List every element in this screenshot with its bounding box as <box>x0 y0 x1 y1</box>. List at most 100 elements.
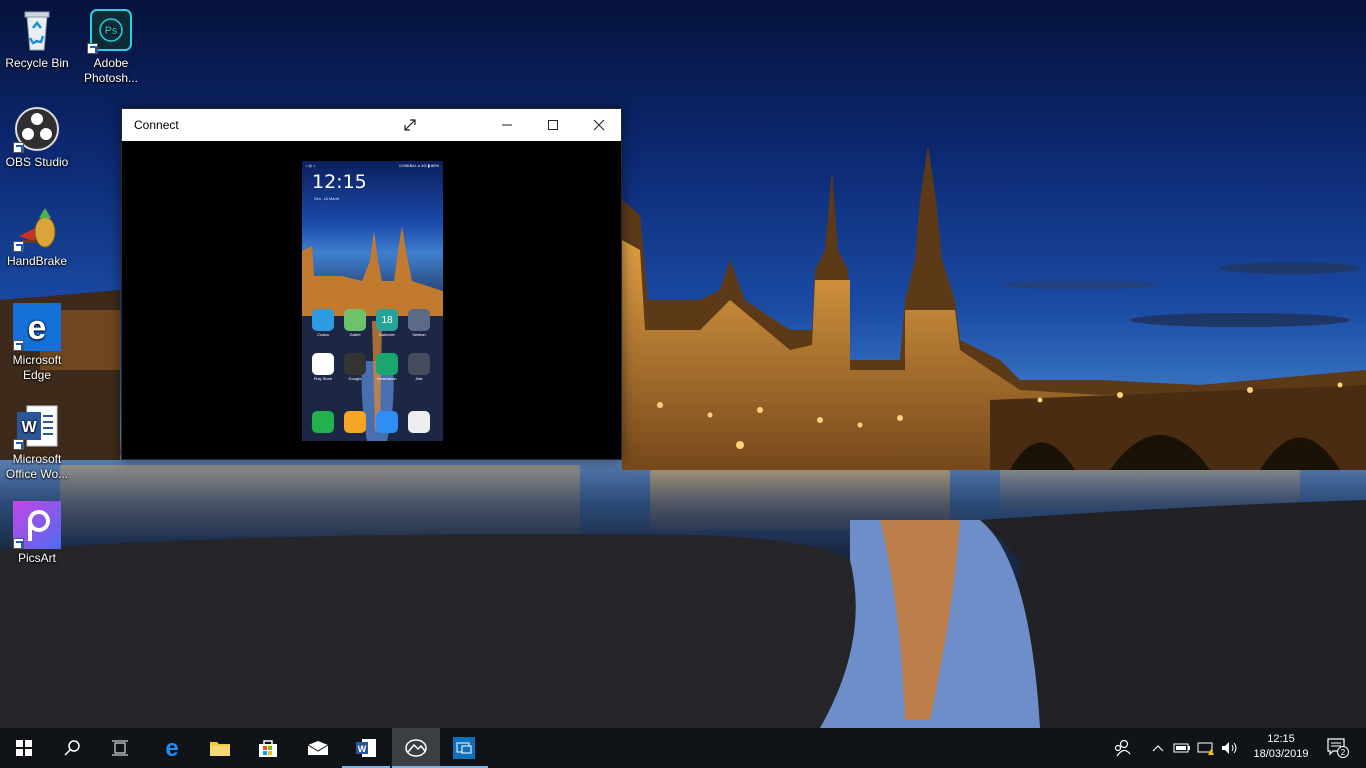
desktop-icon-obs-studio[interactable]: OBS Studio <box>2 105 72 170</box>
app-label: Cuaca <box>317 332 329 337</box>
battery-icon <box>1173 743 1190 753</box>
window-title: Connect <box>134 118 179 132</box>
file-explorer-icon <box>210 742 230 756</box>
shortcut-arrow-icon <box>13 142 24 153</box>
start-button[interactable] <box>0 728 48 768</box>
phone-call-app-icon[interactable] <box>312 411 334 433</box>
desktop-icon-recycle-bin[interactable]: Recycle Bin <box>2 6 72 71</box>
word-icon: W <box>13 402 61 450</box>
shortcut-arrow-icon <box>13 340 24 351</box>
edge-icon: e <box>165 737 178 759</box>
taskbar-edge[interactable]: e <box>148 728 196 768</box>
tools-folder-icon[interactable] <box>408 353 430 375</box>
browser-app-icon[interactable] <box>376 411 398 433</box>
calendar-app-icon[interactable]: 18 <box>376 309 398 331</box>
network-warning-icon <box>1197 742 1214 755</box>
clock-time: 12:15 <box>1267 733 1295 745</box>
taskbar: e W 12:15 18/03/2019 2 <box>0 728 1366 768</box>
network-button[interactable] <box>1194 728 1218 768</box>
search-icon <box>64 740 80 756</box>
app-label: Galeri <box>349 332 361 337</box>
handbrake-icon <box>13 204 61 252</box>
camera-app-icon[interactable] <box>408 411 430 433</box>
notification-icon: 2 <box>1327 738 1349 758</box>
desktop-icon-label: PicsArt <box>17 551 56 565</box>
phone-wallpaper <box>302 226 443 441</box>
phone-screen-mirror[interactable]: • ◎ ⌂ 0,00KB/d ⊿ 4G ▮ 86% 12:15 Sen, 18 … <box>302 161 443 441</box>
window-titlebar[interactable]: Connect <box>122 109 621 141</box>
people-icon <box>1114 739 1131 757</box>
phone-status-left: • ◎ ⌂ <box>306 163 316 168</box>
maximize-button[interactable] <box>530 109 576 141</box>
expand-button[interactable] <box>387 109 433 141</box>
desktop-icon-label: HandBrake <box>6 254 68 268</box>
taskbar-file-explorer[interactable] <box>196 728 244 768</box>
google-folder-icon[interactable] <box>344 353 366 375</box>
mail-icon <box>307 741 329 755</box>
photoshop-icon: Ps <box>87 6 135 54</box>
svg-text:e: e <box>28 309 47 347</box>
play-store-app-icon[interactable] <box>312 353 334 375</box>
desktop-icon-label: Microsoft Office Wo... <box>5 452 69 481</box>
minimize-button[interactable] <box>484 109 530 141</box>
volume-icon <box>1222 742 1237 754</box>
edge-icon: e <box>13 303 61 351</box>
app-label: Keamanan <box>377 376 397 381</box>
expand-icon <box>404 119 416 131</box>
connect-window[interactable]: Connect • ◎ ⌂ 0,00KB/d ⊿ 4G ▮ 86% 12:15 … <box>121 108 622 460</box>
app-label: Google <box>348 376 362 381</box>
system-clock[interactable]: 12:15 18/03/2019 <box>1250 728 1312 768</box>
clock-date: 18/03/2019 <box>1253 748 1309 760</box>
people-button[interactable] <box>1100 728 1144 768</box>
settings-app-icon[interactable] <box>408 309 430 331</box>
battery-button[interactable] <box>1170 728 1194 768</box>
search-button[interactable] <box>48 728 96 768</box>
taskbar-photos[interactable] <box>392 728 440 768</box>
connect-icon <box>453 737 475 759</box>
task-view-button[interactable] <box>96 728 144 768</box>
desktop-icon-label: Recycle Bin <box>5 56 69 70</box>
phone-status-right: 0,00KB/d ⊿ 4G ▮ 86% <box>399 163 439 168</box>
svg-text:W: W <box>21 419 37 436</box>
messages-app-icon[interactable] <box>344 411 366 433</box>
close-button[interactable] <box>576 109 622 141</box>
shortcut-arrow-icon <box>87 43 98 54</box>
desktop-icon-label: OBS Studio <box>5 155 69 169</box>
shortcut-arrow-icon <box>13 538 24 549</box>
desktop-icon-photoshop[interactable]: Ps Adobe Photosh... <box>76 6 146 86</box>
security-app-icon[interactable] <box>376 353 398 375</box>
taskbar-connect[interactable] <box>440 728 488 768</box>
app-label: Setelan <box>412 332 426 337</box>
desktop-icon-microsoft-word[interactable]: W Microsoft Office Wo... <box>2 402 72 482</box>
photos-icon <box>405 739 427 757</box>
gallery-app-icon[interactable] <box>344 309 366 331</box>
desktop-icon-picsart[interactable]: PicsArt <box>2 501 72 566</box>
weather-app-icon[interactable] <box>312 309 334 331</box>
phone-status-bar: • ◎ ⌂ 0,00KB/d ⊿ 4G ▮ 86% <box>302 161 443 170</box>
close-icon <box>593 119 605 131</box>
word-icon: W <box>356 739 376 757</box>
app-label: Kalender <box>378 332 395 337</box>
volume-button[interactable] <box>1218 728 1242 768</box>
notification-count: 2 <box>1341 748 1346 757</box>
shortcut-arrow-icon <box>13 439 24 450</box>
minimize-icon <box>502 124 512 126</box>
desktop-icon-label: Adobe Photosh... <box>83 56 139 85</box>
desktop-icon-microsoft-edge[interactable]: e Microsoft Edge <box>2 303 72 383</box>
taskbar-mail[interactable] <box>294 728 342 768</box>
recycle-bin-icon <box>13 6 61 54</box>
store-icon <box>259 740 277 757</box>
chevron-up-icon <box>1152 745 1164 752</box>
taskbar-store[interactable] <box>244 728 292 768</box>
app-label: Play Store <box>313 376 333 381</box>
taskbar-word[interactable]: W <box>342 728 390 768</box>
shortcut-arrow-icon <box>13 241 24 252</box>
phone-clock: 12:15 <box>312 171 367 193</box>
action-center-button[interactable]: 2 <box>1318 728 1358 768</box>
picsart-icon <box>13 501 61 549</box>
desktop-icon-label: Microsoft Edge <box>12 353 62 382</box>
desktop-icon-handbrake[interactable]: HandBrake <box>2 204 72 269</box>
task-view-icon <box>112 740 128 756</box>
show-hidden-icons-button[interactable] <box>1146 728 1170 768</box>
svg-text:e: e <box>165 737 178 759</box>
